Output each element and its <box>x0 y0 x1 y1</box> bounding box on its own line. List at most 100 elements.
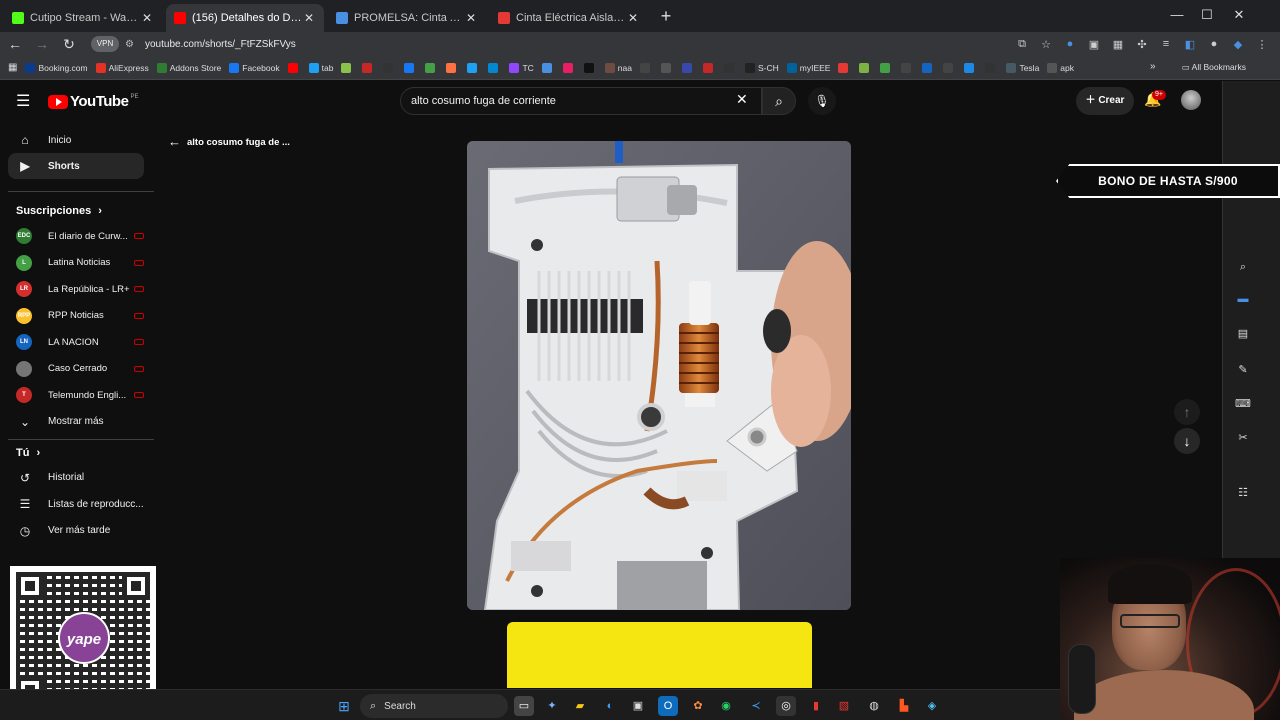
taskbar-search[interactable]: ⌕ Search <box>360 694 508 718</box>
profile-icon[interactable]: ● <box>1202 38 1226 50</box>
vpn-extension-icon[interactable]: ◆ <box>1226 38 1250 51</box>
hamburger-menu-icon[interactable]: ☰ <box>16 91 30 111</box>
side-panel-icon[interactable]: ◧ <box>1178 38 1202 51</box>
bookmark-item[interactable] <box>383 62 396 73</box>
app-icon[interactable]: ✿ <box>688 696 708 716</box>
bookmark-item[interactable] <box>838 62 851 73</box>
bookmark-item[interactable]: Tesla <box>1006 62 1039 73</box>
bookmark-item[interactable] <box>446 62 459 73</box>
bookmark-item[interactable] <box>964 62 977 73</box>
vscode-icon[interactable]: ≺ <box>746 696 766 716</box>
store-icon[interactable]: ▣ <box>628 696 648 716</box>
subscription-item[interactable]: RPP RPP Noticias <box>8 303 144 329</box>
globe-app-icon[interactable]: ◈ <box>922 696 942 716</box>
bookmark-item[interactable] <box>541 62 555 73</box>
task-view-icon[interactable]: ▭ <box>514 696 534 716</box>
short-video-player[interactable] <box>467 141 851 610</box>
windows-start-icon[interactable]: ⊞ <box>334 696 354 716</box>
subscriptions-heading[interactable]: Suscripciones › <box>16 205 102 217</box>
apps-grid-icon[interactable]: ▦ <box>8 62 17 73</box>
bookmark-item[interactable] <box>287 62 301 73</box>
next-short-preview[interactable] <box>507 622 812 688</box>
edge-icon[interactable]: ◐ <box>600 696 620 716</box>
you-heading[interactable]: Tú › <box>16 447 40 459</box>
bookmark-item[interactable] <box>660 62 674 73</box>
reading-list-icon[interactable]: ≡ <box>1154 38 1178 50</box>
bookmark-item[interactable] <box>723 62 737 73</box>
bookmark-item[interactable]: Facebook <box>229 62 280 73</box>
recording-app-icon[interactable]: ▮ <box>806 696 826 716</box>
close-tab-icon[interactable]: ✕ <box>464 11 478 25</box>
subscription-item[interactable]: LR La República - LR+ <box>8 276 144 302</box>
bookmark-item[interactable] <box>639 62 653 73</box>
pdf-app-icon[interactable]: ▙ <box>894 696 914 716</box>
bookmarks-overflow-icon[interactable]: » <box>1150 61 1156 72</box>
account-avatar[interactable] <box>1181 90 1201 110</box>
chat-icon[interactable]: ▬ <box>1233 293 1253 305</box>
browser-menu-icon[interactable]: ⋮ <box>1250 38 1274 51</box>
star-icon[interactable]: ☆ <box>1034 38 1058 51</box>
obs-icon[interactable]: ◍ <box>864 696 884 716</box>
bookmark-item[interactable]: Booking.com <box>25 62 88 73</box>
clear-search-icon[interactable]: ✕ <box>736 91 748 108</box>
subscription-item[interactable]: T Telemundo Engli... <box>8 382 144 408</box>
bookmark-item[interactable] <box>880 62 893 73</box>
subscription-item[interactable]: LN LA NACION <box>8 329 144 355</box>
minimize-button[interactable]: — <box>1162 0 1192 32</box>
show-more-button[interactable]: ⌄ Mostrar más <box>8 409 144 435</box>
browser-tab[interactable]: PROMELSA: Cinta Aislante Autc✕ <box>328 4 486 32</box>
install-icon[interactable]: ⧉ <box>1010 38 1034 51</box>
reload-icon[interactable]: ↻ <box>57 32 81 56</box>
extension-grid-icon[interactable]: ▦ <box>1106 38 1130 51</box>
bookmark-item[interactable]: apk <box>1047 62 1074 73</box>
next-short-button[interactable]: ↓ <box>1174 428 1200 454</box>
gamepad-icon[interactable]: ⌨ <box>1233 397 1253 410</box>
chrome-icon[interactable]: ◎ <box>776 696 796 716</box>
subscription-item[interactable]: L Latina Noticias <box>8 250 144 276</box>
bookmark-item[interactable]: myIEEE <box>786 62 830 73</box>
bookmark-item[interactable] <box>859 62 872 73</box>
bookmark-item[interactable] <box>562 62 576 73</box>
close-tab-icon[interactable]: ✕ <box>302 11 316 25</box>
bookmark-item[interactable] <box>488 62 501 73</box>
bookmark-item[interactable]: Addons Store <box>156 62 221 73</box>
subscription-item[interactable]: EDC El diario de Curw... <box>8 223 144 249</box>
address-bar[interactable]: ⚙ youtube.com/shorts/_FtFZSkFVys <box>125 34 1005 54</box>
subscription-item[interactable]: Caso Cerrado <box>8 356 144 382</box>
bookmark-item[interactable] <box>467 62 480 73</box>
vpn-badge[interactable]: VPN <box>91 36 119 52</box>
voice-search-button[interactable]: 🎙 <box>808 87 836 115</box>
bookmark-item[interactable]: S-CH <box>744 62 779 73</box>
extension-shield-icon[interactable]: ● <box>1058 38 1082 50</box>
site-info-icon[interactable]: ⚙ <box>125 39 139 50</box>
puzzle-icon[interactable]: ✣ <box>1130 38 1154 51</box>
bookmark-item[interactable] <box>681 62 695 73</box>
bookmark-item[interactable]: naa <box>604 62 632 73</box>
bookmark-item[interactable] <box>404 62 417 73</box>
tools-icon[interactable]: ✂ <box>1233 431 1253 444</box>
search-button[interactable]: ⌕ <box>762 87 796 115</box>
bookmark-item[interactable]: AliExpress <box>95 62 149 73</box>
bookmark-item[interactable] <box>341 62 354 73</box>
sidebar-item-shorts[interactable]: ▶ Shorts <box>8 153 144 179</box>
sidebar-item-you[interactable]: ↺ Historial <box>8 465 144 491</box>
browser-tab[interactable]: Cinta Eléctrica Aislante de PVC✕ <box>490 4 648 32</box>
close-tab-icon[interactable]: ✕ <box>626 11 640 25</box>
create-button[interactable]: ＋ Crear <box>1076 87 1134 115</box>
customize-icon[interactable]: ☷ <box>1233 486 1253 499</box>
close-tab-icon[interactable]: ✕ <box>140 11 154 25</box>
youtube-logo[interactable]: YouTube PE <box>48 93 138 110</box>
all-bookmarks-button[interactable]: ▭ All Bookmarks <box>1182 62 1246 73</box>
edit-icon[interactable]: ✎ <box>1233 363 1253 376</box>
bookmark-item[interactable] <box>901 62 914 73</box>
back-icon[interactable]: ← <box>3 32 27 56</box>
browser-tab[interactable]: (156) Detalhes do Disjuntor - Y✕ <box>166 4 324 32</box>
sidebar-item-inicio[interactable]: ⌂ Inicio <box>8 127 144 153</box>
maximize-button[interactable]: ☐ <box>1192 0 1222 32</box>
bookmark-item[interactable] <box>985 62 998 73</box>
bookmark-item[interactable] <box>702 62 716 73</box>
bookmark-item[interactable]: TC <box>509 62 534 73</box>
bookmark-item[interactable]: tab <box>308 62 333 73</box>
outlook-icon[interactable]: O <box>658 696 678 716</box>
bookmark-item[interactable] <box>425 62 438 73</box>
